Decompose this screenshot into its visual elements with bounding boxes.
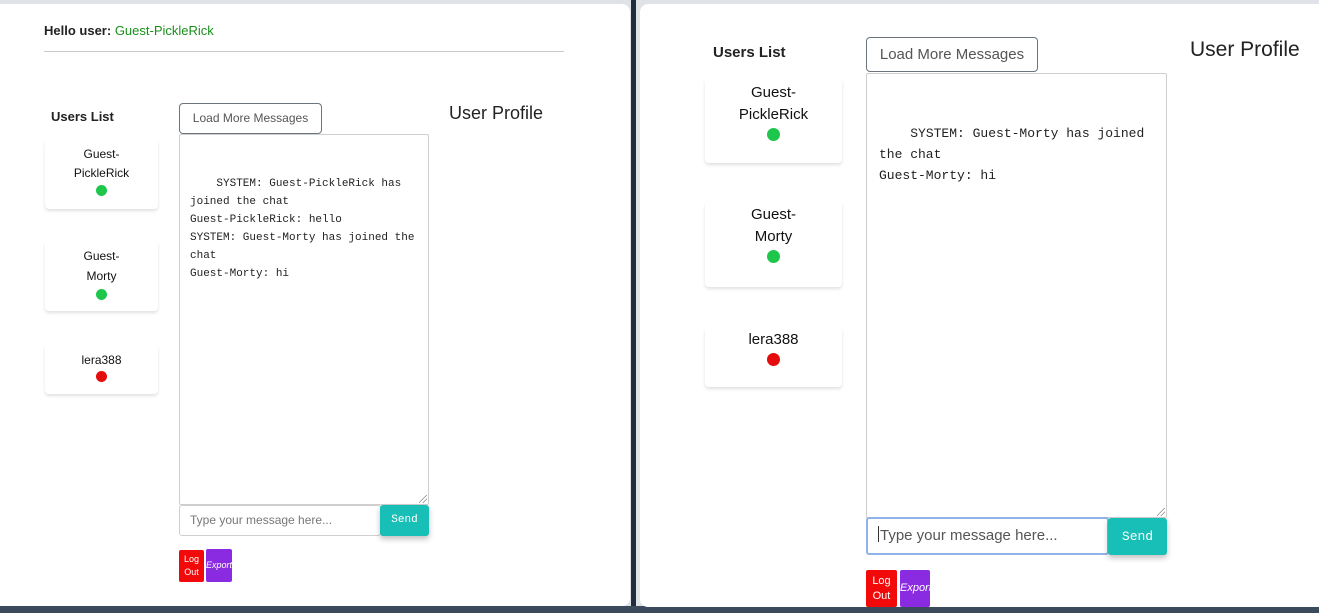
chat-messages-text: SYSTEM: Guest-PickleRick has joined the …	[190, 178, 415, 280]
export-button[interactable]: Export	[206, 549, 232, 582]
user-card-guest-morty[interactable]: Guest-Morty	[705, 202, 842, 287]
chat-messages-text: SYSTEM: Guest-Morty has joined the chat …	[879, 126, 1145, 183]
chat-window-left: Hello user: Guest-PickleRick Users List …	[0, 4, 630, 606]
send-button[interactable]: Send	[1108, 518, 1167, 555]
export-button[interactable]: Export	[900, 570, 930, 607]
taskbar-strip	[0, 606, 1319, 613]
greeting: Hello user: Guest-PickleRick	[44, 23, 214, 38]
online-status-dot	[96, 289, 107, 300]
online-status-dot	[96, 185, 107, 196]
user-profile-title: User Profile	[1190, 38, 1300, 61]
user-card-lera388[interactable]: lera388	[45, 344, 158, 394]
send-button[interactable]: Send	[380, 505, 429, 536]
chat-window-right: Users List Guest-PickleRick Guest-Morty …	[640, 4, 1319, 607]
load-more-button[interactable]: Load More Messages	[866, 37, 1038, 72]
offline-status-dot	[96, 371, 107, 382]
resize-grip-icon[interactable]	[419, 495, 427, 503]
online-status-dot	[767, 128, 780, 141]
logout-button[interactable]: Log Out	[866, 570, 897, 607]
chat-messages-area[interactable]: SYSTEM: Guest-PickleRick has joined the …	[179, 134, 429, 505]
user-name: Guest-PickleRick	[738, 84, 809, 123]
message-input-placeholder: Type your message here...	[880, 527, 1058, 544]
users-list-title: Users List	[713, 44, 786, 61]
load-more-button[interactable]: Load More Messages	[179, 103, 322, 134]
user-name: Guest-PickleRick	[73, 147, 130, 180]
resize-grip-icon[interactable]	[1157, 508, 1165, 516]
user-name: lera388	[748, 331, 799, 348]
online-status-dot	[767, 250, 780, 263]
user-name: Guest-Morty	[750, 206, 796, 245]
message-input[interactable]: Type your message here...	[179, 505, 381, 536]
user-profile-title: User Profile	[449, 103, 544, 123]
window-divider	[631, 0, 636, 613]
user-card-guest-morty[interactable]: Guest-Morty	[45, 241, 158, 311]
message-input[interactable]: Type your message here...	[866, 517, 1109, 555]
user-name: lera388	[81, 353, 122, 367]
user-card-guest-picklerick[interactable]: Guest-PickleRick	[705, 78, 842, 163]
offline-status-dot	[767, 353, 780, 366]
user-card-lera388[interactable]: lera388	[705, 327, 842, 387]
logout-button[interactable]: Log Out	[179, 550, 204, 582]
users-list-title: Users List	[51, 109, 114, 124]
user-card-guest-picklerick[interactable]: Guest-PickleRick	[45, 139, 158, 209]
user-name: Guest-Morty	[83, 249, 120, 283]
header-divider	[44, 51, 564, 52]
greeting-username: Guest-PickleRick	[114, 23, 214, 38]
chat-messages-area[interactable]: SYSTEM: Guest-Morty has joined the chat …	[866, 73, 1167, 518]
greeting-label: Hello user:	[44, 23, 112, 38]
text-cursor	[878, 526, 879, 542]
